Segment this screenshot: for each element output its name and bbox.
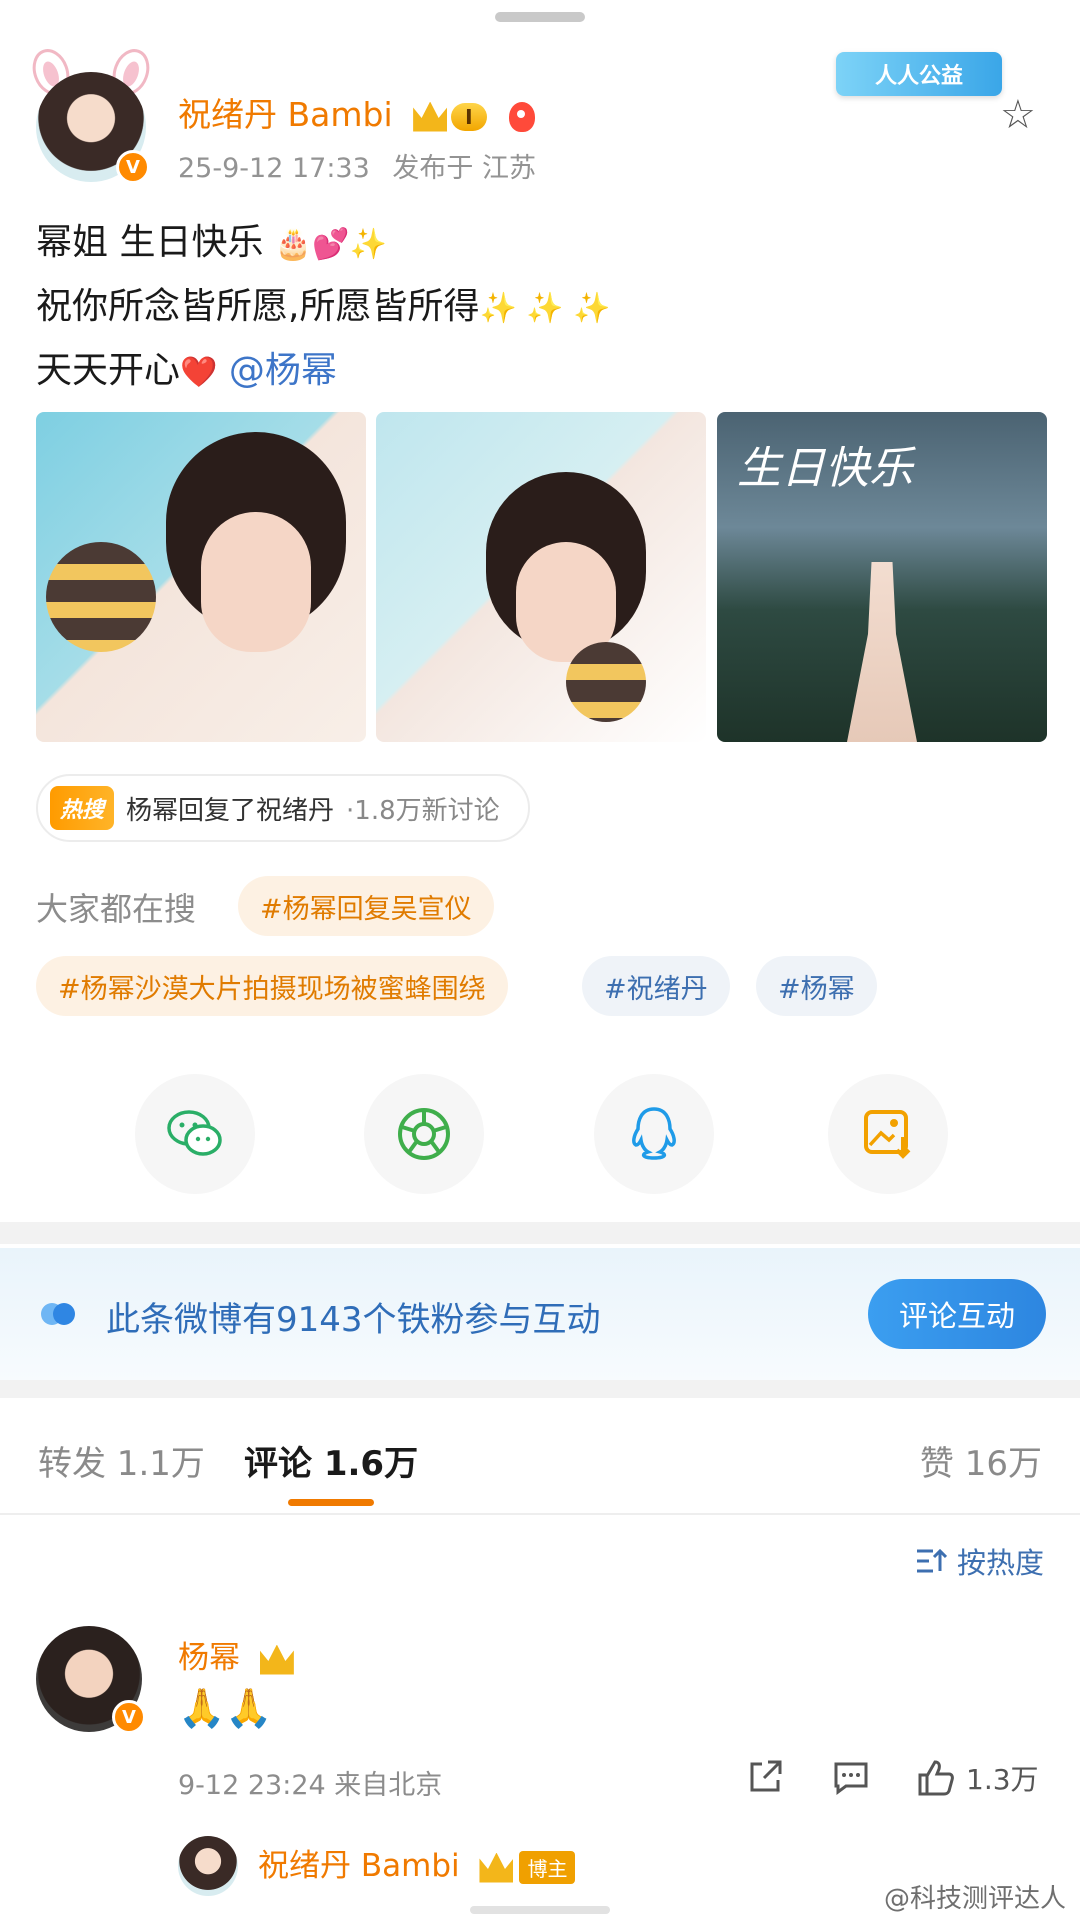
photo-title: 生日快乐 [737, 443, 913, 494]
verified-icon: V [116, 150, 150, 184]
save-image-icon [864, 1110, 911, 1159]
post-meta: 25-9-12 17:33 发布于 江苏 [178, 146, 536, 185]
post-line-3: 天天开心 [36, 350, 181, 391]
searching-label: 大家都在搜 [36, 890, 197, 928]
vip-crown-icon: I [413, 101, 487, 132]
comment-like-count: 1.3万 [966, 1763, 1039, 1796]
vip-crown-icon [479, 1852, 514, 1883]
hot-search-pill[interactable]: 热搜 杨幂回复了祝绪丹 ·1.8万新讨论 [36, 774, 530, 842]
hot-search-title: 杨幂回复了祝绪丹 [126, 795, 335, 826]
save-image-button[interactable] [828, 1074, 948, 1194]
post-location: 发布于 江苏 [392, 153, 536, 184]
comment-body: 🙏🙏 [178, 1686, 273, 1730]
tab-repost[interactable]: 转发 1.1万 [38, 1436, 205, 1485]
wechat-share-button[interactable] [135, 1074, 255, 1194]
post-emoji-1: 🎂💕✨ [274, 227, 387, 262]
section-divider [0, 1222, 1080, 1244]
fans-text: 此条微博有9143个铁粉参与互动 [106, 1300, 601, 1340]
watermark: @科技测评达人 [883, 1884, 1066, 1914]
avatar-image [178, 1836, 238, 1896]
hot-search-tag: 热搜 [50, 786, 115, 830]
search-chip-3[interactable]: #祝绪丹 [582, 956, 730, 1016]
commenter-name-row[interactable]: 杨幂 [178, 1632, 294, 1677]
dress-figure [847, 562, 917, 742]
qq-share-button[interactable] [594, 1074, 714, 1194]
sheet-grabber[interactable] [495, 12, 585, 22]
moments-share-button[interactable] [364, 1074, 484, 1194]
reply-avatar[interactable] [178, 1836, 238, 1896]
charity-badge[interactable]: 人人公益 [836, 52, 1002, 96]
search-chip-4[interactable]: #杨幂 [756, 956, 877, 1016]
post-content: 幂姐 生日快乐 🎂💕✨ 祝你所念皆所愿,所愿皆所得✨ ✨ ✨ 天天开心❤️ @杨… [36, 212, 611, 404]
post-emoji-3: ❤️ [180, 355, 218, 390]
comment-icon [834, 1762, 868, 1795]
post-timestamp: 25-9-12 17:33 [178, 153, 370, 184]
search-chip-1[interactable]: #杨幂回复吴宣仪 [238, 876, 494, 936]
moments-icon [398, 1108, 450, 1160]
weibo-bird-icon [509, 101, 536, 132]
reply-author-row[interactable]: 祝绪丹 Bambi 博主 [258, 1840, 576, 1885]
author-avatar[interactable]: V [32, 49, 150, 184]
bee-plush [46, 542, 156, 652]
sort-button[interactable]: 按热度 [915, 1540, 1044, 1582]
active-tab-indicator [288, 1499, 374, 1506]
comment-share-button[interactable] [746, 1758, 784, 1796]
comment-meta: 9-12 23:24 来自北京 [178, 1770, 443, 1801]
post-photo-1[interactable] [36, 412, 366, 742]
post-emoji-2: ✨ ✨ ✨ [479, 291, 611, 326]
mention-link[interactable]: @杨幂 [229, 350, 337, 391]
verified-icon: V [112, 1700, 146, 1734]
comment-like-button[interactable]: 1.3万 [916, 1758, 1039, 1798]
post-line-1: 幂姐 生日快乐 [36, 222, 264, 263]
wechat-icon [167, 1110, 222, 1156]
commenter-name[interactable]: 杨幂 [178, 1640, 240, 1676]
author-name-row[interactable]: 祝绪丹 Bambi I [178, 88, 536, 136]
tabs-separator [0, 1513, 1080, 1515]
reply-author[interactable]: 祝绪丹 Bambi [258, 1848, 460, 1884]
post-photo-2[interactable] [376, 412, 706, 742]
post-photo-3[interactable]: 生日快乐 [717, 412, 1047, 742]
search-chip-2[interactable]: #杨幂沙漠大片拍摄现场被蜜蜂围绕 [36, 956, 508, 1016]
post-line-2: 祝你所念皆所愿,所愿皆所得 [36, 286, 480, 327]
fans-icon [41, 1303, 75, 1325]
share-icon [750, 1760, 782, 1792]
home-indicator [470, 1906, 610, 1914]
qq-icon [632, 1107, 676, 1160]
tab-likes[interactable]: 赞 16万 [920, 1436, 1042, 1485]
thumbs-up-icon [918, 1760, 954, 1796]
author-name[interactable]: 祝绪丹 Bambi [178, 95, 393, 134]
host-badge: 博主 [519, 1851, 576, 1884]
bee-plush [566, 642, 646, 722]
tab-comments[interactable]: 评论 1.6万 [244, 1436, 418, 1485]
sort-label: 按热度 [956, 1546, 1044, 1580]
comment-interact-button[interactable]: 评论互动 [868, 1279, 1046, 1349]
sort-icon [916, 1548, 947, 1573]
commenter-avatar[interactable]: V [36, 1626, 146, 1734]
hot-search-count: ·1.8万新讨论 [346, 795, 500, 826]
vip-crown-icon [259, 1644, 294, 1675]
section-divider [0, 1380, 1080, 1398]
favorite-star-icon[interactable]: ☆ [1000, 92, 1036, 138]
comment-reply-button[interactable] [832, 1758, 870, 1796]
